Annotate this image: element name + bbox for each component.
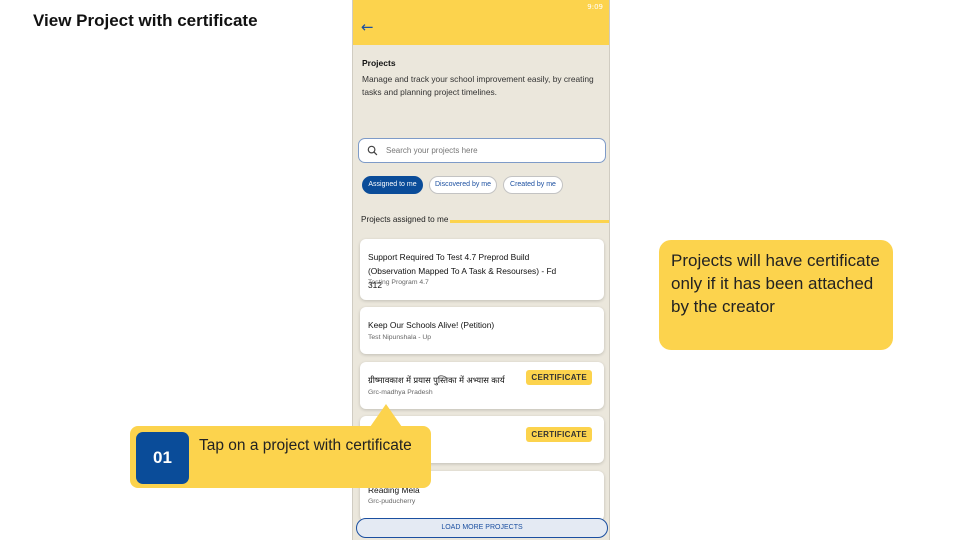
- project-program: Grc-puducherry: [368, 498, 416, 505]
- project-program: Testing Program 4.7: [368, 279, 429, 286]
- project-title: Keep Our Schools Alive! (Petition): [368, 320, 495, 330]
- page-description: Manage and track your school improvement…: [362, 74, 594, 97]
- tab-assigned-to-me[interactable]: Assigned to me: [362, 176, 423, 194]
- project-program: Test Nipunshala - Up: [368, 334, 432, 341]
- tab-created-by-me[interactable]: Created by me: [503, 176, 563, 194]
- certificate-badge: CERTIFICATE: [526, 427, 592, 442]
- step-instruction: Tap on a project with certificate: [199, 437, 412, 454]
- load-more-button[interactable]: LOAD MORE PROJECTS: [356, 518, 608, 538]
- step-number-badge: 01: [136, 432, 189, 484]
- info-note: Projects will have certificate only if i…: [659, 240, 893, 350]
- project-card[interactable]: Keep Our Schools Alive! (Petition) Test …: [360, 307, 604, 354]
- project-card[interactable]: Support Required To Test 4.7 Preprod Bui…: [360, 239, 604, 300]
- slide-title: View Project with certificate: [33, 11, 258, 30]
- app-bar: 9:09 ←: [353, 0, 609, 45]
- search-icon: [367, 145, 378, 156]
- list-header: Projects assigned to me: [361, 215, 449, 224]
- project-title: ग्रीष्मावकाश में प्रयास पुस्तिका में अभ्…: [368, 375, 505, 385]
- project-program: Grc-madhya Pradesh: [368, 389, 433, 396]
- page-title: Projects: [362, 58, 396, 68]
- callout-pointer: [370, 404, 402, 427]
- search-input[interactable]: [386, 142, 598, 159]
- back-arrow-icon[interactable]: ←: [361, 19, 374, 35]
- list-header-divider: [450, 220, 609, 223]
- project-card[interactable]: ग्रीष्मावकाश में प्रयास पुस्तिका में अभ्…: [360, 362, 604, 409]
- certificate-badge: CERTIFICATE: [526, 370, 592, 385]
- search-box[interactable]: [358, 138, 606, 163]
- tab-discovered-by-me[interactable]: Discovered by me: [429, 176, 497, 194]
- status-time: 9:09: [587, 3, 603, 11]
